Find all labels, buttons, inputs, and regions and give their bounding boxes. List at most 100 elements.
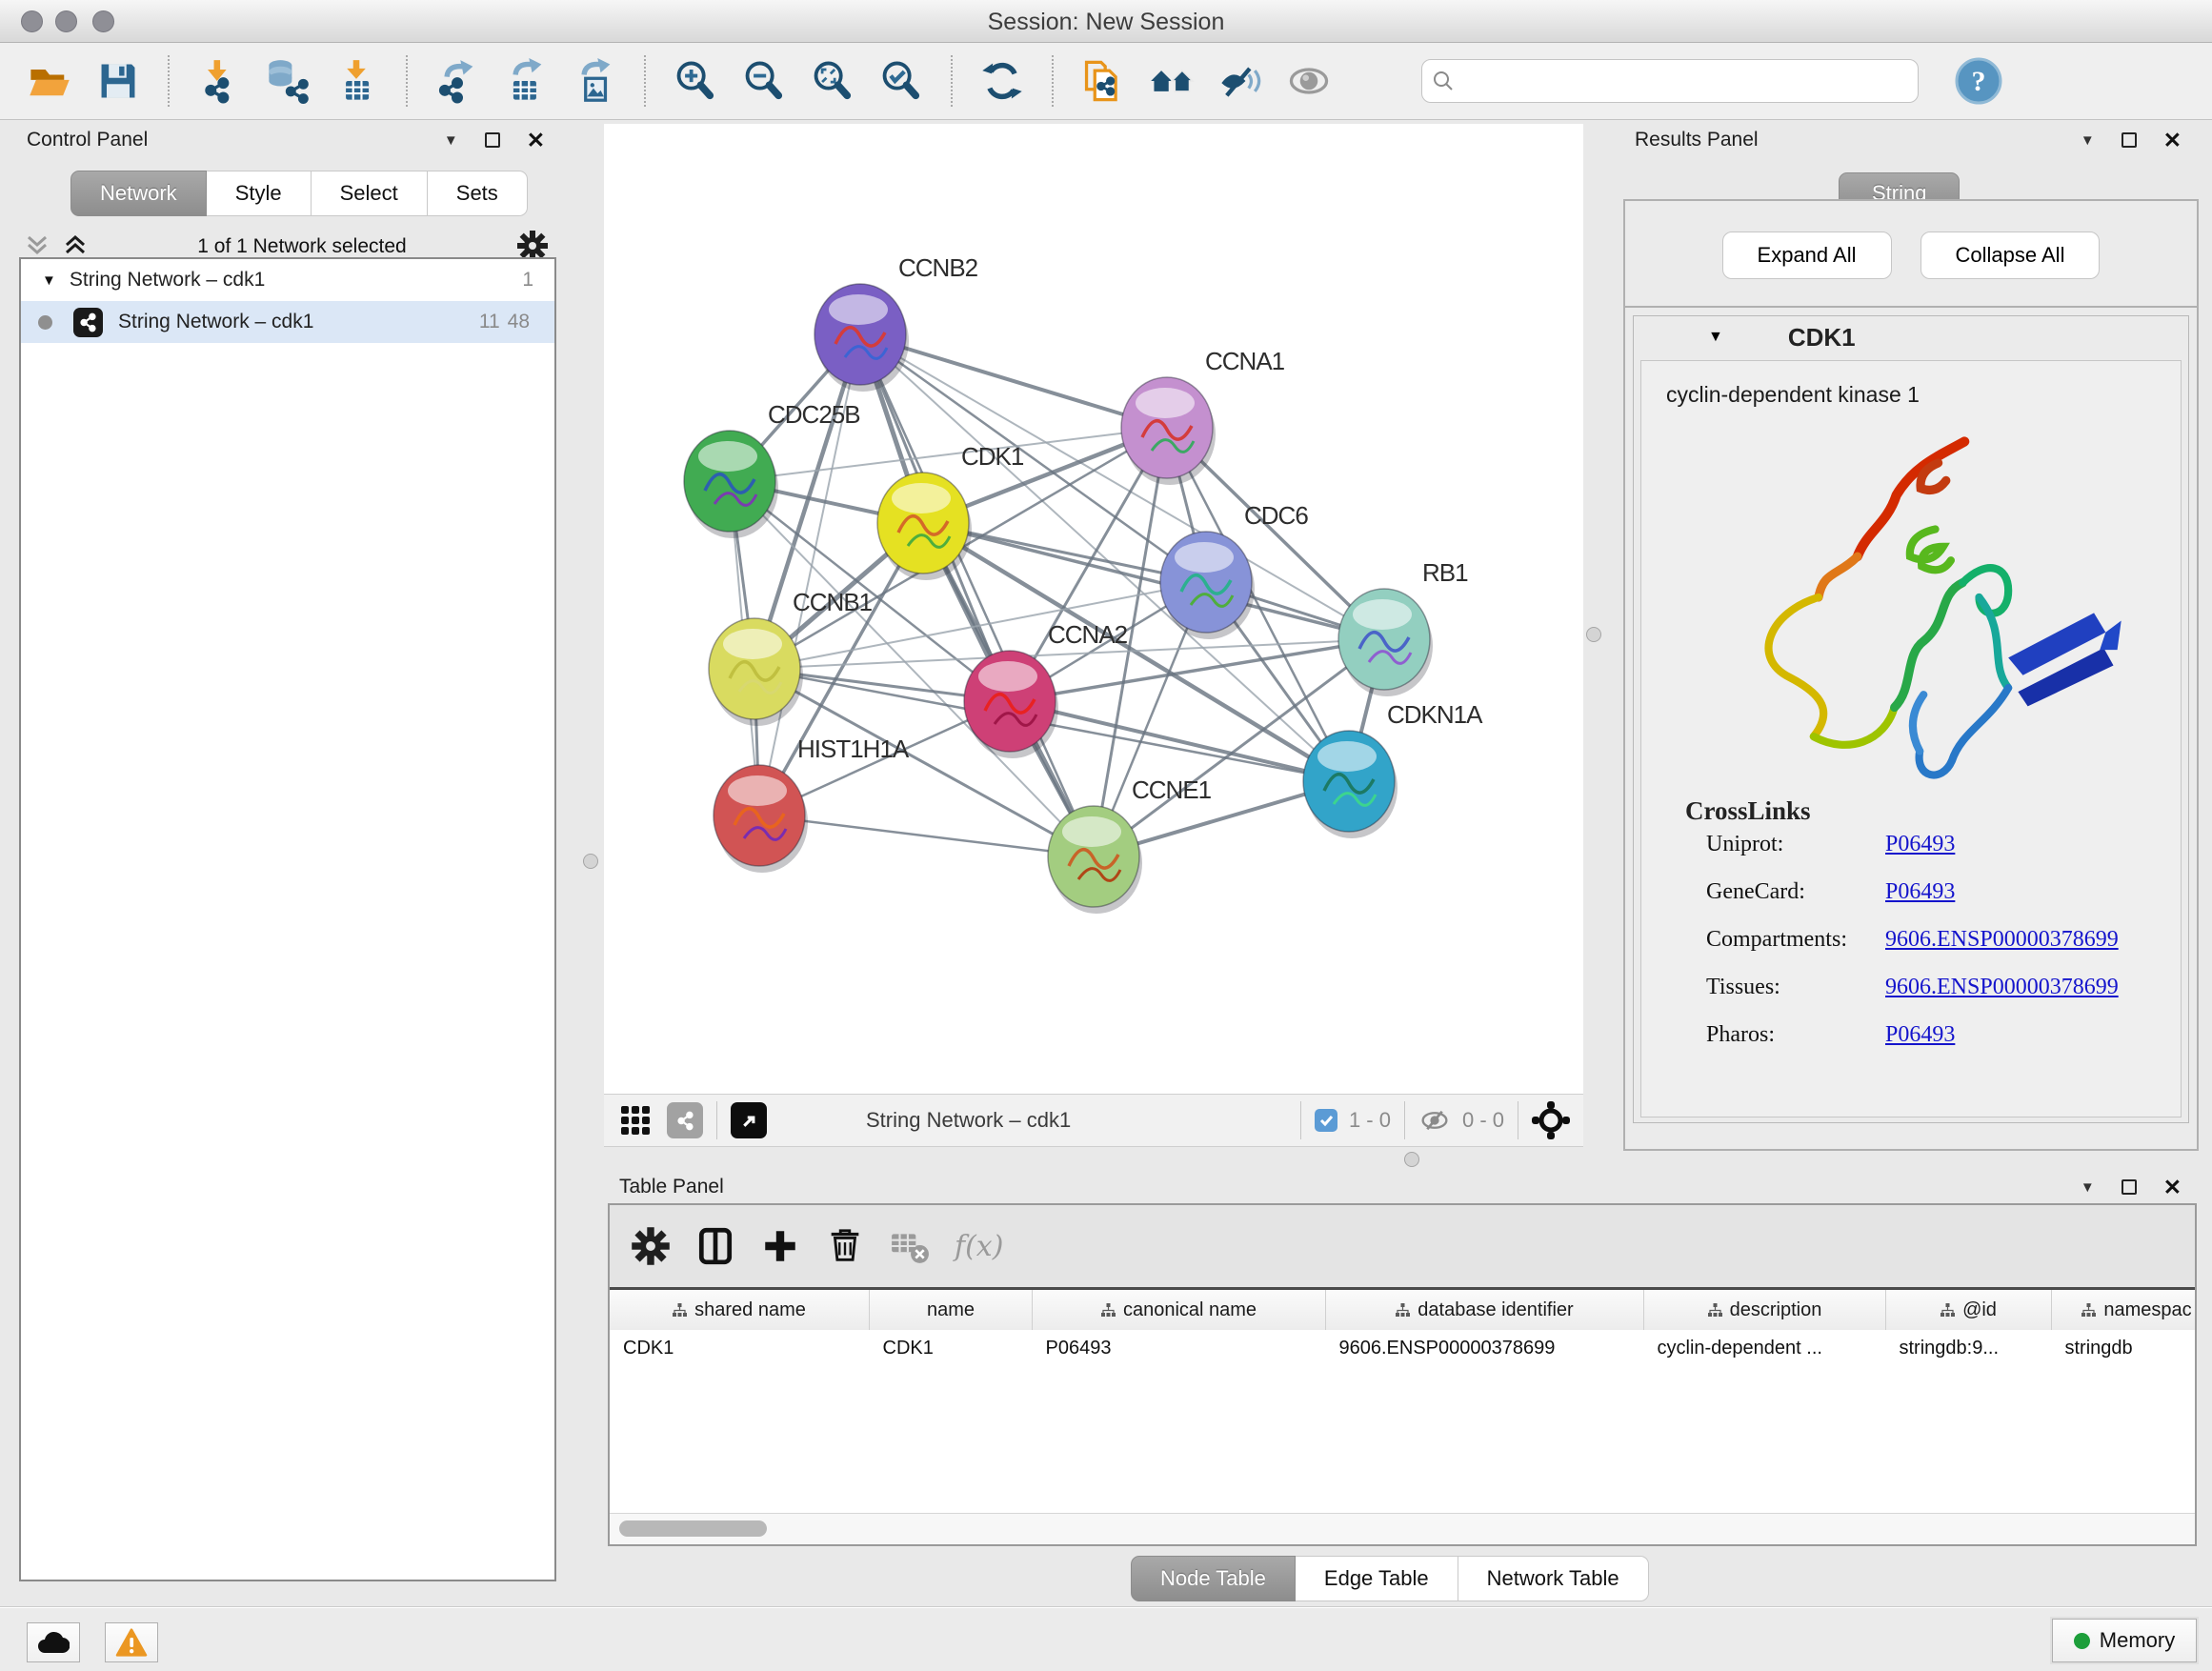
scrollbar-thumb[interactable] (619, 1520, 767, 1537)
network-node-CDKN1A[interactable] (1303, 731, 1398, 838)
table-panel-menu-button[interactable]: ▼ (2075, 1178, 2101, 1197)
control-panel-menu-button[interactable]: ▼ (438, 131, 464, 150)
network-node-CCNA1[interactable] (1121, 377, 1216, 485)
hide-selected-button[interactable] (1212, 54, 1269, 108)
apply-layout-button[interactable] (974, 54, 1031, 108)
network-node-CCNA2[interactable] (964, 651, 1058, 758)
birdseye-toggle-button[interactable] (619, 1103, 654, 1137)
network-view-canvas[interactable]: CCNB2CCNA1CDC25BCDK1CDC6RB1CCNB1CCNA2CDK… (604, 124, 1583, 1094)
control-panel-close-button[interactable]: ✕ (521, 129, 551, 152)
open-in-window-button[interactable] (731, 1102, 767, 1138)
table-row[interactable]: CDK1CDK1P064939606.ENSP00000378699cyclin… (610, 1330, 2195, 1366)
delete-column-button[interactable] (825, 1226, 865, 1266)
crosshair-icon (1532, 1101, 1570, 1139)
network-selection-status: 1 of 1 Network selected (88, 235, 516, 258)
export-table-button[interactable] (497, 54, 554, 108)
zoom-in-button[interactable] (667, 54, 724, 108)
node-label-RB1: RB1 (1422, 558, 1468, 587)
column-header-@id[interactable]: @id (1886, 1290, 2052, 1330)
houses-icon (1149, 58, 1195, 104)
crosslink-uniprot[interactable]: P06493 (1885, 832, 1955, 857)
tab-select[interactable]: Select (312, 171, 428, 216)
network-node-HIST1H1A[interactable] (714, 765, 808, 873)
memory-button[interactable]: Memory (2052, 1619, 2197, 1662)
table-scroll-area[interactable]: shared namenamecanonical namedatabase id… (610, 1287, 2195, 1514)
tab-network-table[interactable]: Network Table (1458, 1556, 1649, 1601)
column-header-database-identifier[interactable]: database identifier (1326, 1290, 1644, 1330)
network-node-CDK1[interactable] (877, 473, 972, 580)
selected-nodes-checkbox[interactable] (1315, 1109, 1337, 1132)
results-panel-close-button[interactable]: ✕ (2158, 129, 2187, 152)
table-panel-close-button[interactable]: ✕ (2158, 1176, 2187, 1199)
open-session-button[interactable] (21, 54, 78, 108)
protein-name: CDK1 (1788, 323, 1856, 352)
crosslink-genecard[interactable]: P06493 (1885, 879, 1955, 905)
column-header-namespac[interactable]: namespac (2052, 1290, 2196, 1330)
control-panel-float-button[interactable] (485, 132, 500, 148)
crosslink-pharos[interactable]: P06493 (1885, 1022, 1955, 1048)
network-node-CDC25B[interactable] (684, 431, 778, 538)
column-header-name[interactable]: name (870, 1290, 1033, 1330)
network-node-RB1[interactable] (1338, 589, 1433, 696)
open-folder-icon (27, 58, 72, 104)
save-session-button[interactable] (90, 54, 147, 108)
node-label-CDC25B: CDC25B (768, 400, 860, 429)
tab-sets[interactable]: Sets (428, 171, 528, 216)
collection-expand-icon[interactable]: ▼ (42, 272, 56, 289)
expand-all-button[interactable]: Expand All (1722, 232, 1892, 279)
left-splitter-handle[interactable] (583, 854, 598, 869)
network-overview-button[interactable] (667, 1102, 703, 1138)
column-header-description[interactable]: description (1644, 1290, 1886, 1330)
warnings-button[interactable] (105, 1622, 158, 1662)
results-panel-float-button[interactable] (2122, 132, 2137, 148)
table-options-button[interactable] (631, 1226, 671, 1266)
crosslink-tissues[interactable]: 9606.ENSP00000378699 (1885, 975, 2119, 1000)
column-header-shared-name[interactable]: shared name (610, 1290, 870, 1330)
horizontal-splitter-handle[interactable] (1404, 1152, 1419, 1167)
import-network-button[interactable] (191, 54, 248, 108)
search-input[interactable] (1455, 69, 1908, 93)
table-panel-float-button[interactable] (2122, 1179, 2137, 1195)
network-node-CCNB1[interactable] (709, 618, 803, 726)
network-node-CCNB2[interactable] (814, 284, 909, 392)
import-table-icon (333, 58, 379, 104)
search-field[interactable] (1421, 59, 1919, 103)
export-network-button[interactable] (429, 54, 486, 108)
table-horizontal-scrollbar[interactable] (610, 1513, 2195, 1544)
column-header-canonical-name[interactable]: canonical name (1033, 1290, 1326, 1330)
tab-edge-table[interactable]: Edge Table (1296, 1556, 1458, 1601)
tab-node-table[interactable]: Node Table (1131, 1556, 1296, 1601)
show-all-button[interactable] (1280, 54, 1337, 108)
results-panel-menu-button[interactable]: ▼ (2075, 131, 2101, 150)
collapse-all-button[interactable]: Collapse All (1920, 232, 2101, 279)
zoom-selected-button[interactable] (873, 54, 930, 108)
function-builder-button[interactable]: f(x) (955, 1230, 1003, 1263)
network-edge[interactable] (923, 523, 1384, 639)
tab-network[interactable]: Network (70, 171, 207, 216)
protein-collapse-icon[interactable]: ▼ (1702, 328, 1729, 347)
network-edge[interactable] (860, 334, 1094, 856)
crosslink-compartments[interactable]: 9606.ENSP00000378699 (1885, 927, 2119, 953)
import-table-button[interactable] (328, 54, 385, 108)
duplicate-network-button[interactable] (1075, 54, 1132, 108)
delete-table-button[interactable] (890, 1226, 930, 1266)
show-columns-button[interactable] (695, 1226, 735, 1266)
network-row[interactable]: String Network – cdk1 11 48 (21, 301, 554, 343)
tab-style[interactable]: Style (207, 171, 312, 216)
cloud-status-button[interactable] (27, 1622, 80, 1662)
pan-mode-button[interactable] (1532, 1101, 1570, 1139)
zoom-out-button[interactable] (735, 54, 793, 108)
export-image-button[interactable] (566, 54, 623, 108)
node-table-box: f(x) shared namenamecanonical namedataba… (608, 1203, 2197, 1546)
network-edge[interactable] (759, 815, 1094, 856)
network-node-CDC6[interactable] (1160, 532, 1255, 639)
import-network-from-database-button[interactable] (259, 54, 316, 108)
right-splitter-handle[interactable] (1586, 627, 1601, 642)
help-button[interactable]: ? (1955, 57, 2002, 105)
network-collection-row[interactable]: ▼ String Network – cdk1 1 (21, 259, 554, 301)
network-node-CCNE1[interactable] (1048, 806, 1142, 914)
home-view-button[interactable] (1143, 54, 1200, 108)
zoom-fit-button[interactable] (804, 54, 861, 108)
add-column-button[interactable] (760, 1226, 800, 1266)
network-edge[interactable] (1010, 701, 1349, 781)
